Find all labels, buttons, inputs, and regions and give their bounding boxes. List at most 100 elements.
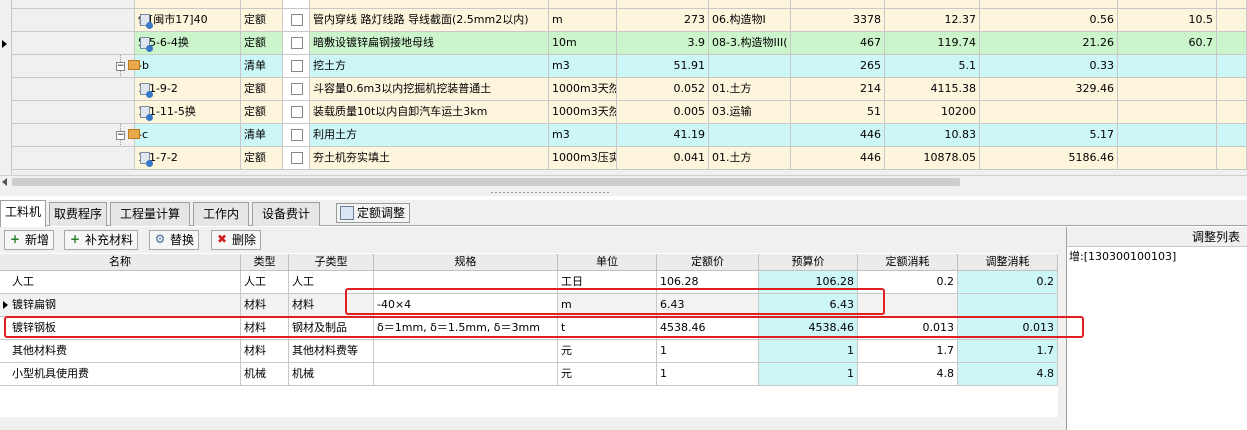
cell-qty[interactable]: 51.91 <box>617 55 709 78</box>
cell-unit[interactable]: 10m <box>549 32 617 55</box>
cell-c3[interactable]: 5186.46 <box>980 147 1118 170</box>
row-checkbox[interactable] <box>291 14 303 26</box>
cell-quota-price[interactable]: 4538.46 <box>657 317 759 340</box>
budget-row[interactable]: 1-1-9-2 定额 斗容量0.6m3以内挖掘机挖装普通土 1000m3天然 0.052… <box>12 78 1247 101</box>
cell-adj-use[interactable]: 1.7 <box>958 340 1058 363</box>
quota-adjust-button[interactable]: 定额调整 <box>336 203 411 223</box>
cell-major[interactable]: 01.土方 <box>709 78 791 101</box>
cell-quota-price[interactable]: 106.28 <box>657 271 759 294</box>
column-header-budget-price[interactable]: 预算价 <box>759 254 858 271</box>
cell-name[interactable]: 人工 <box>0 271 241 294</box>
cell-major[interactable]: 08-3.构造物III( <box>709 32 791 55</box>
cell-type[interactable]: 定额 <box>241 78 283 101</box>
cell-adj-use[interactable]: 0.2 <box>958 271 1058 294</box>
cell-budget-price[interactable]: 6.43 <box>759 294 858 317</box>
cell-type[interactable]: 材料 <box>241 294 289 317</box>
scroll-thumb[interactable] <box>12 178 960 186</box>
cell-type[interactable]: 材料 <box>241 317 289 340</box>
pane-splitter[interactable] <box>0 188 1247 196</box>
cell-qty[interactable]: 0.005 <box>617 101 709 124</box>
budget-row[interactable]: 1-1-7-2 定额 夯土机夯实填土 1000m3压实 0.041 01.土方 446 108… <box>12 147 1247 170</box>
cell-c4[interactable] <box>1118 124 1217 147</box>
cell-adj-use[interactable]: 0.013 <box>958 317 1058 340</box>
cell-c4[interactable]: 60.7 <box>1118 32 1217 55</box>
cell-name[interactable]: 挖土方 <box>310 55 549 78</box>
cell-c1[interactable]: 51 <box>791 101 885 124</box>
cell-quota-use[interactable]: 0.2 <box>858 271 958 294</box>
cell-c3[interactable]: 0.33 <box>980 55 1118 78</box>
column-header-type[interactable]: 类型 <box>241 254 289 271</box>
cell-adj-use[interactable] <box>958 294 1058 317</box>
splitter-grip[interactable] <box>490 191 610 194</box>
cell-subtype[interactable]: 材料 <box>289 294 374 317</box>
cell-unit[interactable]: m3 <box>549 55 617 78</box>
cell-c1[interactable]: 446 <box>791 147 885 170</box>
cell-unit[interactable]: 1000m3天然 <box>549 78 617 101</box>
cell-c4[interactable] <box>1118 101 1217 124</box>
tab-fee-procedure[interactable]: 取费程序 <box>49 202 107 226</box>
cell-type[interactable]: 定额 <box>241 32 283 55</box>
cell-type[interactable]: 清单 <box>241 124 283 147</box>
cell-type[interactable]: 清单 <box>241 55 283 78</box>
collapse-icon[interactable]: − <box>116 62 125 71</box>
budget-row[interactable]: 借[闽市17]40 定额 管内穿线 路灯线路 导线截面(2.5mm2以内) m 273 0… <box>12 9 1247 32</box>
adjust-list-item[interactable]: 增:[130300100103] <box>1069 249 1176 265</box>
cell-c4[interactable]: 10.5 <box>1118 9 1217 32</box>
cell-subtype[interactable]: 其他材料费等 <box>289 340 374 363</box>
budget-row[interactable]: − -c 清单 利用土方 m3 41.19 446 10.83 5.17 <box>12 124 1247 147</box>
column-header-quota-price[interactable]: 定额价 <box>657 254 759 271</box>
cell-qty[interactable]: 3.9 <box>617 32 709 55</box>
cell-major[interactable]: 06.构造物Ⅰ <box>709 9 791 32</box>
cell-spec[interactable] <box>374 271 558 294</box>
cell-unit[interactable]: 1000m3天然 <box>549 101 617 124</box>
column-header-adj-use[interactable]: 调整消耗 <box>958 254 1058 271</box>
cell-unit[interactable]: m3 <box>549 124 617 147</box>
cell-name[interactable]: 暗敷设镀锌扁钢接地母线 <box>310 32 549 55</box>
cell-major[interactable] <box>709 55 791 78</box>
cell-type[interactable]: 材料 <box>241 340 289 363</box>
cell-unit[interactable]: m <box>558 294 657 317</box>
cell-budget-price[interactable]: 106.28 <box>759 271 858 294</box>
column-header-subtype[interactable]: 子类型 <box>289 254 374 271</box>
cell-c3[interactable]: 0.56 <box>980 9 1118 32</box>
cell-type[interactable]: 人工 <box>241 271 289 294</box>
cell-quota-use[interactable]: 1.7 <box>858 340 958 363</box>
cell-spec[interactable] <box>374 340 558 363</box>
cell-c2[interactable]: 119.74 <box>885 32 980 55</box>
cell-name[interactable]: 镀锌扁钢 <box>0 294 241 317</box>
cell-name[interactable]: 管内穿线 路灯线路 导线截面(2.5mm2以内) <box>310 9 549 32</box>
cell-major[interactable] <box>709 124 791 147</box>
cell-qty[interactable]: 0.041 <box>617 147 709 170</box>
row-checkbox[interactable] <box>291 152 303 164</box>
cell-c1[interactable]: 265 <box>791 55 885 78</box>
cell-c4[interactable] <box>1118 78 1217 101</box>
cell-major[interactable]: 01.土方 <box>709 147 791 170</box>
cell-c2[interactable]: 10878.05 <box>885 147 980 170</box>
resource-row[interactable]: 小型机具使用费 机械 机械元 1 1 4.8 4.8 <box>0 363 1065 386</box>
column-header-quota-use[interactable]: 定额消耗 <box>858 254 958 271</box>
budget-row[interactable]: 1-1-11-5换 定额 装载质量10t以内自卸汽车运土3km 1000m3天然 0.0… <box>12 101 1247 124</box>
row-checkbox[interactable] <box>291 37 303 49</box>
cell-budget-price[interactable]: 1 <box>759 363 858 386</box>
cell-type[interactable]: 定额 <box>241 9 283 32</box>
replace-button[interactable]: ⚙ 替换 <box>149 230 200 250</box>
cell-name[interactable]: 小型机具使用费 <box>0 363 241 386</box>
row-checkbox[interactable] <box>291 106 303 118</box>
cell-type[interactable]: 机械 <box>241 363 289 386</box>
resource-row[interactable]: 其他材料费 材料 其他材料费等元 1 1 1.7 1.7 <box>0 340 1065 363</box>
budget-row[interactable]: − -b 清单 挖土方 m3 51.91 265 5.1 0.33 <box>12 55 1247 78</box>
row-checkbox[interactable] <box>291 129 303 141</box>
cell-c2[interactable]: 5.1 <box>885 55 980 78</box>
cell-unit[interactable]: t <box>558 317 657 340</box>
cell-name[interactable]: 斗容量0.6m3以内挖掘机挖装普通土 <box>310 78 549 101</box>
cell-c2[interactable]: 12.37 <box>885 9 980 32</box>
tab-labor-material-machine[interactable]: 工料机 <box>0 200 46 227</box>
resource-row[interactable]: 人工 人工 人工 工日 106.28 106.28 0.2 0.2 <box>0 271 1065 294</box>
cell-c2[interactable]: 10.83 <box>885 124 980 147</box>
cell-qty[interactable]: 273 <box>617 9 709 32</box>
cell-c4[interactable] <box>1118 147 1217 170</box>
cell-budget-price[interactable]: 4538.46 <box>759 317 858 340</box>
cell-budget-price[interactable]: 1 <box>759 340 858 363</box>
top-horizontal-scrollbar[interactable] <box>0 175 1247 187</box>
row-checkbox[interactable] <box>291 60 303 72</box>
